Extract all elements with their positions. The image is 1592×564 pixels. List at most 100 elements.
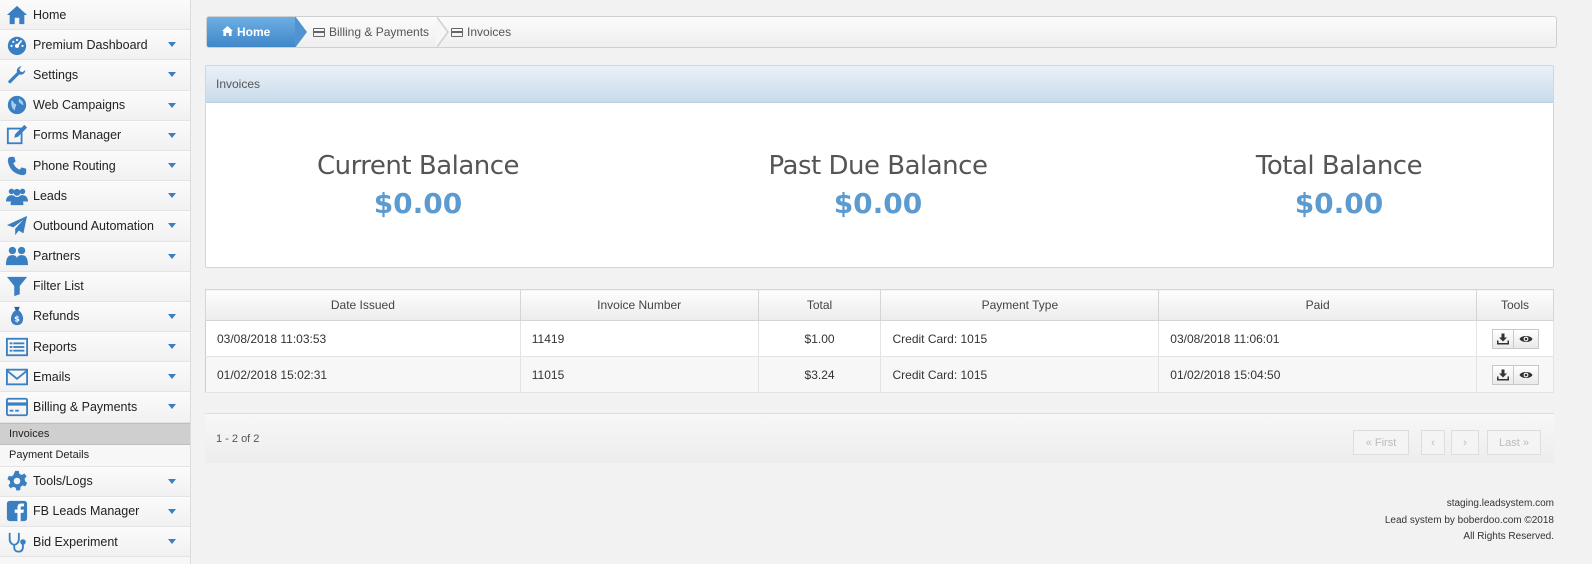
download-icon (1496, 369, 1509, 380)
download-icon (1496, 333, 1509, 344)
breadcrumb-invoices-label: Invoices (467, 25, 512, 39)
chevron-down-icon (168, 193, 176, 199)
past-due-balance-label: Past Due Balance (768, 151, 988, 181)
sidebar-item-bid-experiment[interactable]: Bid Experiment (0, 527, 190, 558)
column-header-date-issued[interactable]: Date Issued (205, 289, 521, 321)
download-button[interactable] (1491, 364, 1514, 385)
current-balance: Current Balance $0.00 (268, 151, 568, 220)
table-row[interactable]: 03/08/2018 11:03:53 11419 $1.00 Credit Card… (205, 320, 1554, 357)
sidebar-item-billing-and-payments[interactable]: Billing & Payments (0, 392, 190, 423)
invoice-table: Date Issued Invoice Number Total Payment… (205, 289, 1554, 393)
envelope-icon (4, 365, 30, 389)
column-header-payment-type[interactable]: Payment Type (880, 289, 1160, 321)
sidebar-item-label: Filter List (33, 279, 84, 294)
chevron-down-icon (168, 253, 176, 259)
chevron-down-icon (168, 72, 176, 78)
chevron-down-icon (168, 508, 176, 514)
breadcrumb: Home Billing & Payments Invoices (206, 16, 1557, 48)
balance-panel: Invoices Current Balance $0.00 Past Due … (205, 65, 1554, 268)
last-page-button[interactable]: Last » (1487, 430, 1541, 455)
sidebar-item-label: Bid Experiment (33, 534, 118, 549)
breadcrumb-separator (436, 17, 450, 47)
chevron-down-icon (168, 42, 176, 48)
sidebar: Home Premium Dashboard Settings Web Campaig… (0, 0, 191, 564)
pager-bar: 1 - 2 of 2 « First ‹ › Last » (205, 413, 1554, 463)
sidebar-item-label: Forms Manager (33, 128, 122, 143)
dashboard-icon (4, 33, 30, 57)
sidebar-item-label: Reports (33, 339, 77, 354)
column-header-invoice-number[interactable]: Invoice Number (519, 289, 759, 321)
sidebar-item-outbound-automation[interactable]: Outbound Automation (0, 211, 190, 242)
breadcrumb-billing[interactable]: Billing & Payments (313, 17, 451, 47)
chevron-down-icon (168, 478, 176, 484)
cell-total: $1.00 (758, 320, 882, 357)
past-due-balance: Past Due Balance $0.00 (728, 151, 1028, 220)
sidebar-item-label: Refunds (33, 309, 80, 324)
cell-paid: 03/08/2018 11:06:01 (1158, 320, 1478, 357)
edit-icon (4, 123, 30, 147)
download-button[interactable] (1491, 328, 1514, 349)
breadcrumb-invoices[interactable]: Invoices (451, 17, 533, 47)
credit-card-icon (313, 27, 325, 37)
gear-icon (4, 469, 30, 493)
breadcrumb-home[interactable]: Home (207, 17, 307, 47)
total-balance: Total Balance $0.00 (1189, 151, 1489, 220)
sidebar-item-reports[interactable]: Reports (0, 332, 190, 363)
sidebar-item-forms-manager[interactable]: Forms Manager (0, 120, 190, 151)
sidebar-subitem-invoices[interactable]: Invoices (0, 422, 190, 445)
credit-card-icon (451, 27, 464, 37)
cell-invoice-number: 11419 (520, 320, 759, 357)
first-page-button[interactable]: « First (1353, 430, 1409, 455)
view-button[interactable] (1512, 364, 1539, 385)
sidebar-item-label: Tools/Logs (33, 474, 93, 489)
sidebar-item-leads[interactable]: Leads (0, 181, 190, 212)
sidebar-item-label: Outbound Automation (33, 218, 154, 233)
cell-total: $3.24 (758, 356, 882, 393)
table-header-row: Date Issued Invoice Number Total Payment… (205, 289, 1554, 321)
sidebar-item-label: Premium Dashboard (33, 37, 148, 52)
sidebar-subitem-payment-details[interactable]: Payment Details (0, 444, 190, 467)
users-icon (4, 184, 30, 208)
chevron-down-icon (168, 344, 176, 350)
total-balance-label: Total Balance (1255, 151, 1423, 181)
past-due-balance-value: $0.00 (833, 187, 923, 220)
list-icon (4, 335, 30, 359)
sidebar-item-partners[interactable]: Partners (0, 241, 190, 272)
next-page-button[interactable]: › (1451, 430, 1479, 455)
sidebar-item-settings[interactable]: Settings (0, 60, 190, 91)
column-header-paid[interactable]: Paid (1158, 289, 1478, 321)
wrench-icon (4, 63, 30, 87)
sidebar-item-phone-routing[interactable]: Phone Routing (0, 150, 190, 182)
sidebar-item-web-campaigns[interactable]: Web Campaigns (0, 90, 190, 121)
cell-invoice-number: 11015 (520, 356, 759, 393)
cell-date-issued: 03/08/2018 11:03:53 (205, 320, 521, 357)
prev-page-button[interactable]: ‹ (1421, 430, 1445, 455)
facebook-icon (4, 499, 30, 523)
sidebar-item-fb-leads-manager[interactable]: FB Leads Manager (0, 496, 190, 527)
pager-info: 1 - 2 of 2 (216, 433, 260, 445)
footer-rights: All Rights Reserved. (1463, 531, 1554, 542)
sidebar-item-emails[interactable]: Emails (0, 362, 190, 393)
sidebar-item-refunds[interactable]: $ Refunds (0, 301, 190, 333)
money-bag-icon: $ (4, 304, 30, 328)
cell-tools (1476, 320, 1554, 357)
sidebar-item-label: FB Leads Manager (33, 504, 140, 519)
view-button[interactable] (1512, 328, 1539, 349)
chevron-down-icon (168, 313, 176, 319)
sidebar-item-home[interactable]: Home (0, 0, 190, 31)
sidebar-item-tools-logs[interactable]: Tools/Logs (0, 466, 190, 497)
sidebar-item-premium-dashboard[interactable]: Premium Dashboard (0, 30, 190, 61)
sidebar-item-label: Web Campaigns (33, 98, 126, 113)
sidebar-item-label: Phone Routing (33, 158, 116, 173)
sidebar-item-filter-list[interactable]: Filter List (0, 271, 190, 302)
home-icon (222, 25, 233, 39)
cell-paid: 01/02/2018 15:04:50 (1158, 356, 1478, 393)
sidebar-item-label: Partners (33, 249, 81, 264)
column-header-tools: Tools (1476, 289, 1554, 321)
column-header-total[interactable]: Total (757, 289, 882, 321)
sidebar-item-label: Settings (33, 67, 79, 82)
table-row[interactable]: 01/02/2018 15:02:31 11015 $3.24 Credit Card… (205, 356, 1554, 393)
chevron-down-icon (168, 223, 176, 229)
filter-icon (4, 274, 30, 298)
svg-text:$: $ (14, 314, 20, 324)
